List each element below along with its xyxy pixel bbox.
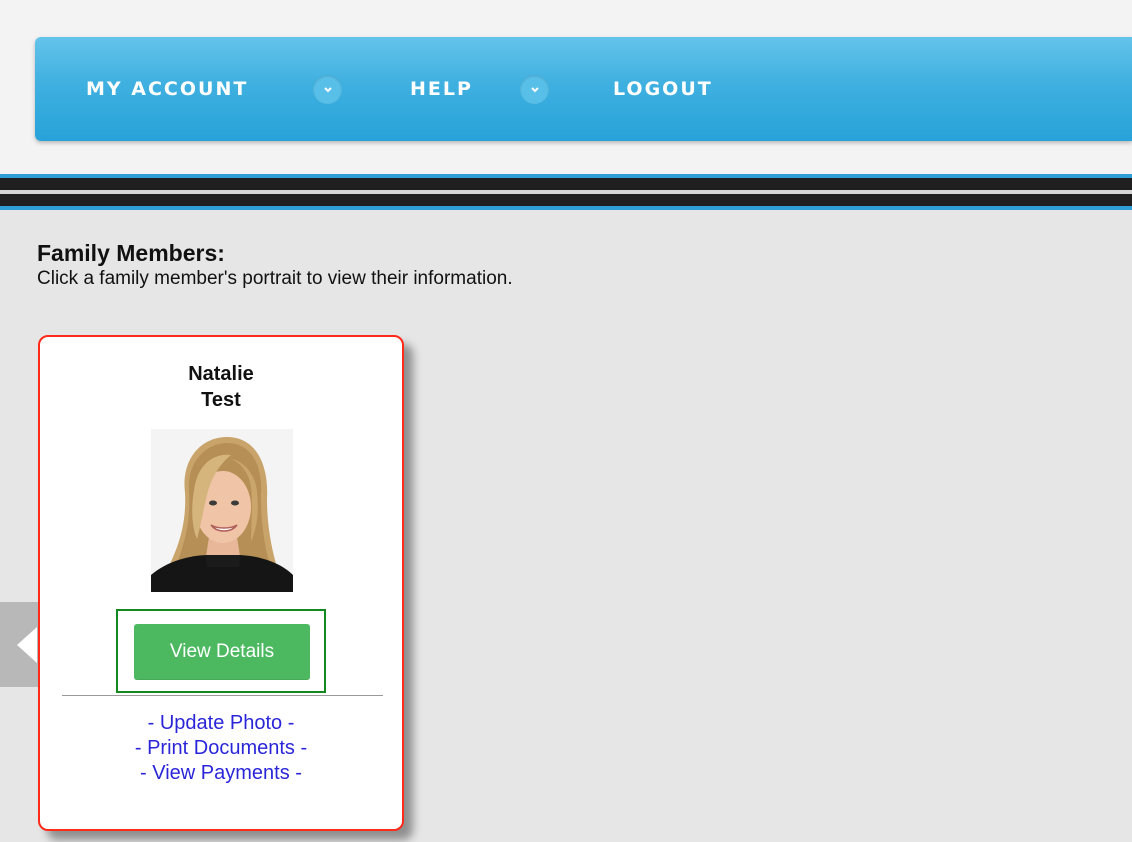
nav-help[interactable]: HELP <box>410 37 473 141</box>
update-photo-link[interactable]: - Update Photo - <box>40 712 402 735</box>
family-member-card: Natalie Test View Details - Update Photo… <box>38 335 404 831</box>
main-navbar: MY ACCOUNT HELP LOGOUT <box>35 37 1132 141</box>
card-divider <box>62 695 383 696</box>
view-details-focus-frame: View Details <box>116 609 326 693</box>
nav-my-account-label: MY ACCOUNT <box>86 78 249 100</box>
family-members-title: Family Members: <box>37 240 225 266</box>
view-details-button[interactable]: View Details <box>134 624 310 680</box>
chevron-down-icon[interactable] <box>520 75 549 104</box>
header-divider <box>0 178 1132 190</box>
header-divider <box>0 206 1132 210</box>
nav-my-account[interactable]: MY ACCOUNT <box>86 37 248 141</box>
member-portrait[interactable] <box>151 429 293 592</box>
nav-help-label: HELP <box>410 78 473 100</box>
view-payments-link[interactable]: - View Payments - <box>40 762 402 785</box>
nav-logout[interactable]: LOGOUT <box>613 37 713 141</box>
member-last-name: Test <box>201 389 241 411</box>
portrait-photo <box>151 429 293 592</box>
header-divider <box>0 194 1132 206</box>
family-members-instructions: Click a family member's portrait to view… <box>37 268 513 289</box>
print-documents-link[interactable]: - Print Documents - <box>40 737 402 760</box>
chevron-left-icon <box>17 626 37 663</box>
nav-logout-label: LOGOUT <box>613 78 713 100</box>
chevron-down-icon[interactable] <box>313 75 342 104</box>
member-first-name: Natalie <box>188 363 254 385</box>
